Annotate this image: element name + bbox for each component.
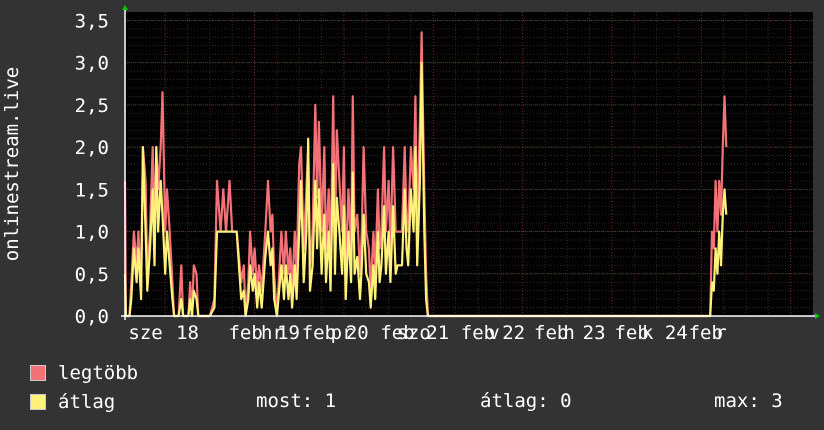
- plot-area: [125, 12, 813, 316]
- y-tick-label: 1,0: [75, 222, 109, 244]
- y-tick-label: 2,0: [75, 137, 109, 159]
- y-tick-label: 1,5: [75, 179, 109, 201]
- y-axis-arrow: [122, 5, 128, 10]
- x-tick-label: r: [715, 322, 726, 344]
- x-tick-label: k: [642, 322, 654, 344]
- x-tick-label: h: [563, 322, 574, 344]
- x-tick-label: 24: [665, 322, 688, 344]
- x-tick-label: 22: [502, 322, 525, 344]
- x-tick-label: 20: [346, 322, 369, 344]
- y-tick-label: 0,5: [75, 264, 109, 286]
- x-tick-label: 23: [583, 322, 606, 344]
- y-tick-label: 2,5: [75, 95, 109, 117]
- x-tick-label: sze: [128, 322, 162, 344]
- y-tick-label: 3,5: [75, 10, 109, 32]
- x-tick-label: 18: [176, 322, 199, 344]
- x-tick-label: feb: [228, 322, 262, 344]
- y-tick-label: 3,0: [75, 53, 109, 75]
- y-tick-label: 0,0: [75, 306, 109, 328]
- x-tick-label: 21: [426, 322, 449, 344]
- chart-canvas: 0,00,51,01,52,02,53,03,5sze 18 febhr19 febp…: [1, 5, 820, 344]
- y-axis-label: onlinestream.live: [1, 67, 23, 261]
- x-tick-label: v: [488, 322, 499, 344]
- x-tick-label: 19: [277, 322, 300, 344]
- x-axis-arrow: [815, 313, 820, 319]
